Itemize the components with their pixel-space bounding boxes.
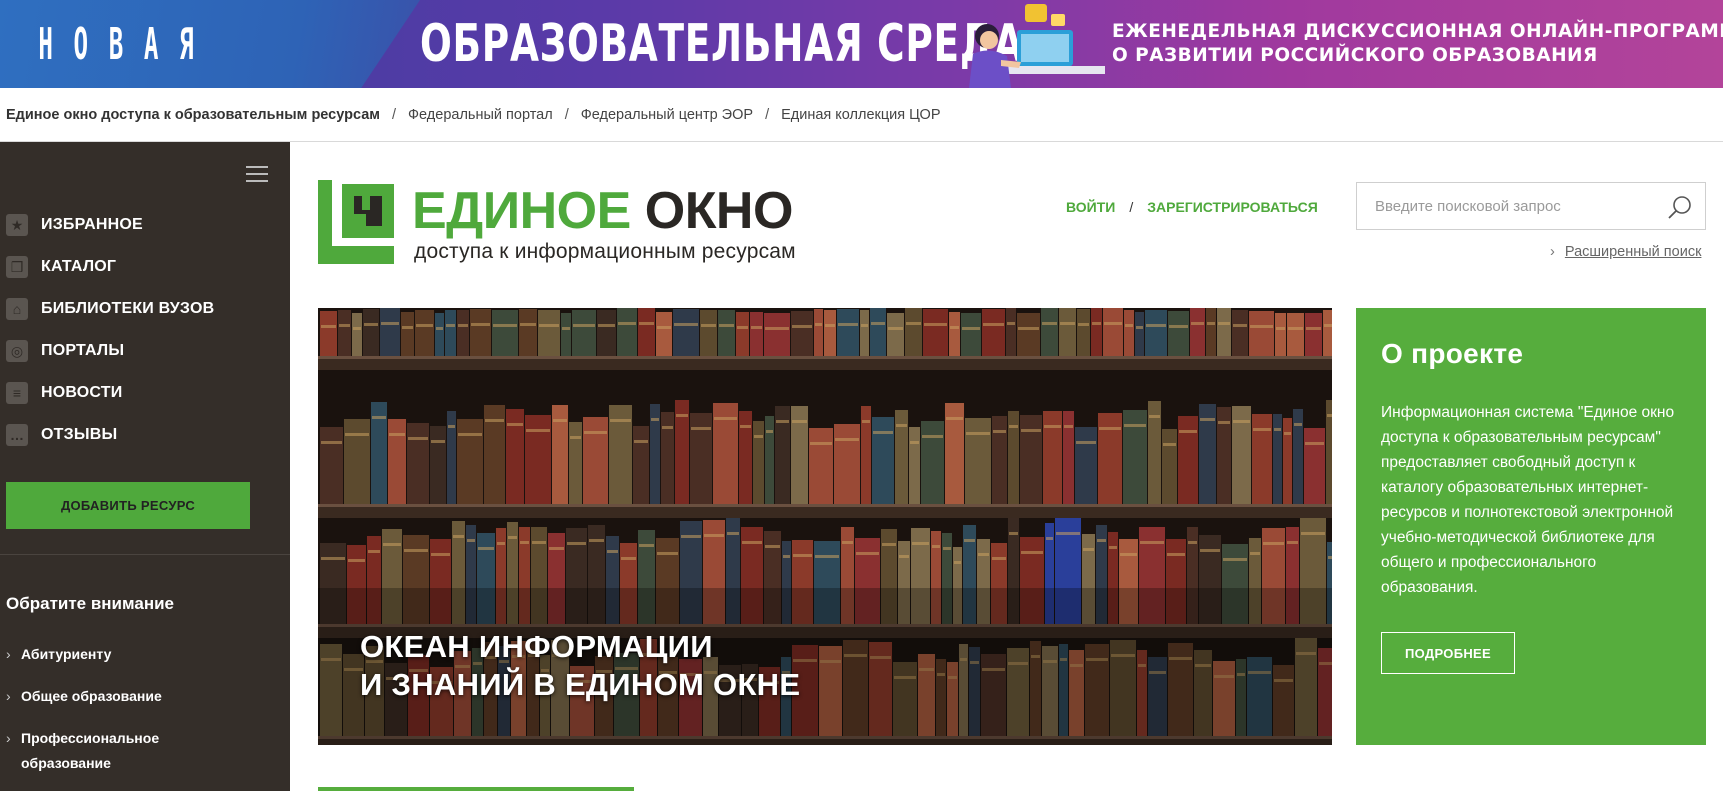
sidebar-item-label: ПОРТАЛЫ (41, 342, 125, 359)
advanced-search-link[interactable]: Расширенный поиск (1565, 244, 1702, 260)
about-panel: О проекте Информационная система "Единое… (1356, 308, 1706, 745)
about-text: Информационная система "Единое окно дост… (1381, 404, 1675, 596)
banner-word: Н О В А Я (28, 14, 204, 74)
library-icon: ⌂ (6, 298, 28, 320)
sidebar-item-label: БИБЛИОТЕКИ ВУЗОВ (41, 300, 215, 317)
star-icon: ★ (6, 214, 28, 236)
banner-letter: В (108, 18, 124, 70)
person-at-laptop-illustration (969, 4, 1105, 88)
banner-letter: Я (179, 18, 194, 70)
sidebar-item-label: ОТЗЫВЫ (41, 426, 118, 443)
breadcrumb-item[interactable]: Единая коллекция ЦОР (781, 107, 940, 123)
logo-title-dark: ОКНО (644, 182, 794, 240)
news-icon: ≡ (6, 382, 28, 404)
attention-item-label: Общее образование (21, 688, 162, 704)
attention-title: Обратите внимание (6, 594, 174, 613)
logo-title: ЕДИНОЕ ОКНО (412, 182, 793, 240)
banner-letter: Н (38, 18, 53, 70)
sidebar-item-libraries[interactable]: ⌂ БИБЛИОТЕКИ ВУЗОВ (0, 288, 290, 330)
hero-caption: ОКЕАН ИНФОРМАЦИИ И ЗНАНИЙ В ЕДИНОМ ОКНЕ (360, 628, 800, 704)
chevron-right-icon: › (1550, 244, 1555, 260)
sidebar-nav: ★ ИЗБРАННОЕ ❒ КАТАЛОГ ⌂ БИБЛИОТЕКИ ВУЗОВ… (0, 204, 290, 456)
login-link[interactable]: ВОЙТИ (1066, 199, 1115, 215)
chevron-right-icon: › (6, 646, 11, 662)
logo-subtitle: доступа к информационным ресурсам (414, 240, 796, 263)
banner-letter: О (73, 18, 89, 70)
breadcrumb-separator: / (564, 106, 569, 123)
attention-item-label: Абитуриенту (21, 646, 112, 662)
sidebar-item-reviews[interactable]: … ОТЗЫВЫ (0, 414, 290, 456)
hero-caption-line: И ЗНАНИЙ В ЕДИНОМ ОКНЕ (360, 667, 801, 702)
chevron-right-icon: › (6, 730, 11, 746)
sidebar-item-catalog[interactable]: ❒ КАТАЛОГ (0, 246, 290, 288)
breadcrumb-separator: / (765, 106, 770, 123)
more-button[interactable]: ПОДРОБНЕЕ (1381, 632, 1515, 674)
portal-icon: ◎ (6, 340, 28, 362)
catalog-icon: ❒ (6, 256, 28, 278)
breadcrumb-separator: / (392, 106, 397, 123)
hero-caption-line: ОКЕАН ИНФОРМАЦИИ (360, 629, 713, 664)
search-icon[interactable] (1667, 194, 1693, 220)
attention-list: › Абитуриенту › Общее образование › Проф… (6, 642, 276, 791)
search-box (1356, 182, 1706, 230)
sidebar-item-label: НОВОСТИ (41, 384, 123, 401)
banner-subtitle-line: ЕЖЕНЕДЕЛЬНАЯ ДИСКУССИОННАЯ ОНЛАЙН-ПРОГРА… (1112, 21, 1723, 42)
register-link[interactable]: ЗАРЕГИСТРИРОВАТЬСЯ (1147, 199, 1318, 215)
banner-letter: А (143, 18, 159, 70)
chevron-right-icon: › (6, 688, 11, 704)
hero-banner[interactable]: ОКЕАН ИНФОРМАЦИИ И ЗНАНИЙ В ЕДИНОМ ОКНЕ (318, 308, 1332, 745)
promo-banner[interactable]: Н О В А Я ОБРАЗОВАТЕЛЬНАЯ СРЕДА ЕЖЕНЕДЕЛ… (0, 0, 1723, 88)
logo-title-green: ЕДИНОЕ (412, 182, 631, 240)
banner-title: ОБРАЗОВАТЕЛЬНАЯ СРЕДА (420, 14, 1024, 74)
menu-burger-icon[interactable] (246, 166, 268, 182)
banner-subtitle-line: О РАЗВИТИИ РОССИЙСКОГО ОБРАЗОВАНИЯ (1112, 45, 1598, 66)
sidebar-item-label: ИЗБРАННОЕ (41, 216, 143, 233)
sidebar: ★ ИЗБРАННОЕ ❒ КАТАЛОГ ⌂ БИБЛИОТЕКИ ВУЗОВ… (0, 142, 290, 791)
search-input[interactable] (1357, 183, 1657, 229)
sidebar-divider (0, 554, 290, 555)
sidebar-item-portals[interactable]: ◎ ПОРТАЛЫ (0, 330, 290, 372)
reviews-icon: … (6, 424, 28, 446)
logo-mark-icon (318, 180, 394, 264)
attention-item[interactable]: › Профессиональное образование (6, 726, 276, 776)
auth-separator: / (1129, 199, 1134, 215)
banner-subtitle: ЕЖЕНЕДЕЛЬНАЯ ДИСКУССИОННАЯ ОНЛАЙН-ПРОГРА… (1112, 20, 1723, 68)
attention-item-label: Профессиональное образование (21, 730, 160, 771)
sidebar-item-favorites[interactable]: ★ ИЗБРАННОЕ (0, 204, 290, 246)
add-resource-button[interactable]: ДОБАВИТЬ РЕСУРС (6, 482, 250, 529)
sidebar-item-news[interactable]: ≡ НОВОСТИ (0, 372, 290, 414)
section-accent-bar (318, 787, 634, 791)
breadcrumb-item[interactable]: Федеральный центр ЭОР (581, 107, 753, 123)
advanced-search: › Расширенный поиск (1550, 244, 1701, 260)
attention-item[interactable]: › Общее образование (6, 684, 276, 709)
breadcrumb-item[interactable]: Федеральный портал (408, 107, 553, 123)
breadcrumb-item[interactable]: Единое окно доступа к образовательным ре… (6, 107, 380, 123)
breadcrumb: Единое окно доступа к образовательным ре… (0, 88, 1723, 142)
about-title: О проекте (1381, 338, 1524, 369)
sidebar-item-label: КАТАЛОГ (41, 258, 117, 275)
auth-links: ВОЙТИ / ЗАРЕГИСТРИРОВАТЬСЯ (1066, 199, 1318, 215)
attention-item[interactable]: › Абитуриенту (6, 642, 276, 667)
site-logo[interactable]: ЕДИНОЕ ОКНО доступа к информационным рес… (318, 180, 838, 266)
